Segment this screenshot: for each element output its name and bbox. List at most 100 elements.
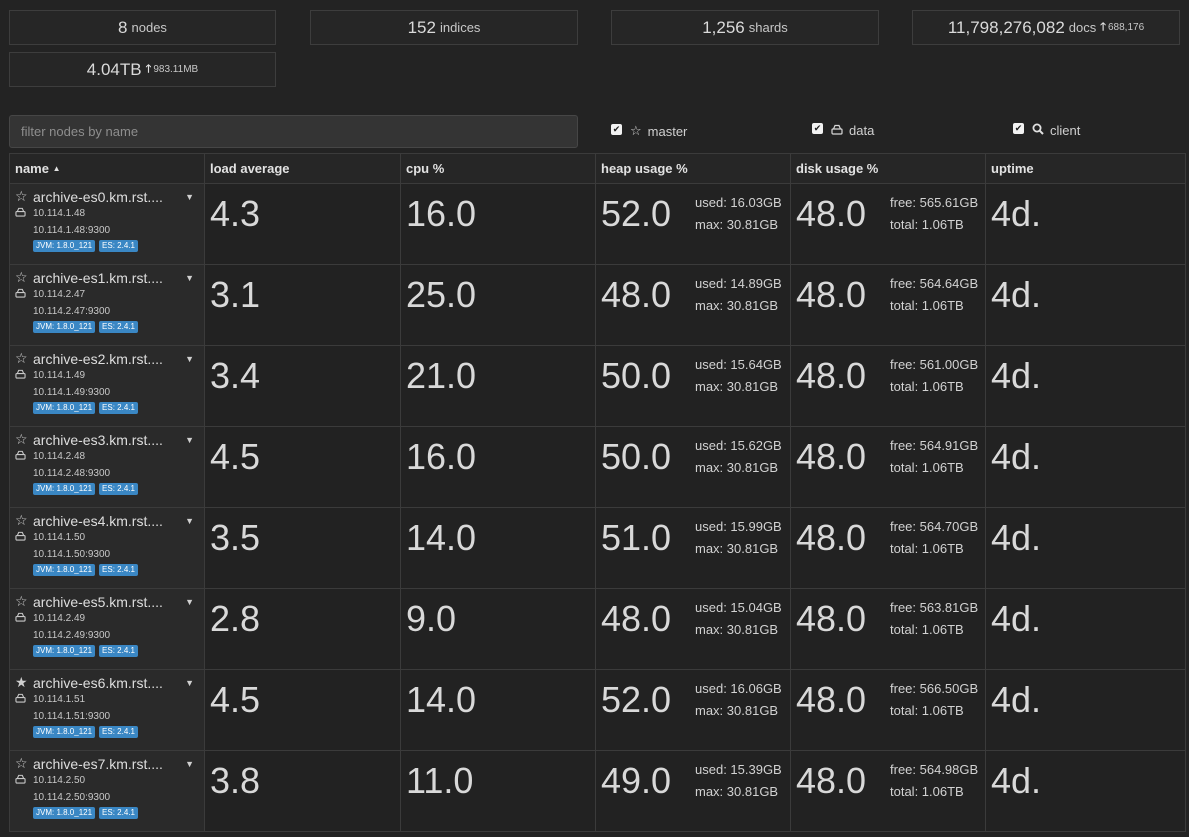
node-name[interactable]: archive-es7.km.rst.... [33,756,171,772]
uptime-value: 4d. [991,760,1042,801]
table-row: ☆ archive-es4.km.rst.... ▼ 10.114.1.50 10.11… [9,507,1186,589]
load-average-value: 4.5 [210,679,261,720]
caret-down-icon[interactable]: ▼ [185,354,194,364]
table-row: ☆ archive-es5.km.rst.... ▼ 10.114.2.49 10.11… [9,588,1186,670]
star-icon: ☆ [15,350,28,366]
data-checkbox[interactable]: ✔ [812,123,823,134]
heap-max: max: 30.81GB [695,217,779,232]
disk-free: free: 564.64GB [890,276,979,291]
heap-percent-value: 51.0 [601,517,672,558]
uptime-cell: 4d. [985,264,1186,346]
disk-total: total: 1.06TB [890,541,964,556]
star-icon: ☆ [15,512,28,528]
column-heap-label: heap usage % [601,161,688,176]
heap-used: used: 15.39GB [695,762,782,777]
cpu-cell: 14.0 [400,507,596,589]
node-name[interactable]: archive-es0.km.rst.... [33,189,171,205]
heap-percent-value: 50.0 [601,436,672,477]
node-name[interactable]: archive-es6.km.rst.... [33,675,171,691]
column-header-name[interactable]: name ▲ [9,153,205,184]
column-uptime-label: uptime [991,161,1034,176]
jvm-badge: JVM: 1.8.0_121 [33,807,96,819]
client-checkbox[interactable]: ✔ [1013,123,1024,134]
disk-percent-value: 48.0 [796,355,867,396]
column-header-uptime[interactable]: uptime [985,153,1186,184]
caret-down-icon[interactable]: ▼ [185,516,194,526]
node-address: 10.114.2.49:9300 [33,630,111,641]
node-name[interactable]: archive-es1.km.rst.... [33,270,171,286]
jvm-badge: JVM: 1.8.0_121 [33,402,96,414]
disk-free: free: 566.50GB [890,681,979,696]
disk-cell: 48.0 free: 564.98GB total: 1.06TB [790,750,986,832]
master-filter-option[interactable]: ✔ ☆ master [611,123,687,139]
disk-free: free: 564.91GB [890,438,979,453]
node-ip: 10.114.1.51 [33,693,86,705]
column-header-disk[interactable]: disk usage % [790,153,986,184]
column-header-load[interactable]: load average [204,153,401,184]
star-icon: ☆ [15,269,28,285]
column-header-cpu[interactable]: cpu % [400,153,596,184]
hdd-icon [15,288,33,301]
caret-down-icon[interactable]: ▼ [185,273,194,283]
column-header-heap[interactable]: heap usage % [595,153,791,184]
node-name[interactable]: archive-es3.km.rst.... [33,432,171,448]
es-version-badge: ES: 2.4.1 [99,483,138,495]
cpu-value: 25.0 [406,274,477,315]
heap-max: max: 30.81GB [695,622,779,637]
filter-nodes-input[interactable] [9,115,578,148]
nodes-table: name ▲ load average cpu % heap usage % d… [9,153,1186,832]
jvm-badge: JVM: 1.8.0_121 [33,321,96,333]
disk-free: free: 564.70GB [890,519,979,534]
jvm-badge: JVM: 1.8.0_121 [33,240,96,252]
load-average-value: 3.8 [210,760,261,801]
caret-down-icon[interactable]: ▼ [185,435,194,445]
disk-percent-value: 48.0 [796,436,867,477]
uptime-cell: 4d. [985,183,1186,265]
star-icon: ☆ [630,123,642,138]
caret-down-icon[interactable]: ▼ [185,597,194,607]
es-version-badge: ES: 2.4.1 [99,240,138,252]
cpu-cell: 16.0 [400,426,596,508]
caret-down-icon[interactable]: ▼ [185,192,194,202]
load-cell: 3.4 [204,345,401,427]
disk-cell: 48.0 free: 564.70GB total: 1.06TB [790,507,986,589]
heap-cell: 52.0 used: 16.06GB max: 30.81GB [595,669,791,751]
caret-down-icon[interactable]: ▼ [185,759,194,769]
es-version-badge: ES: 2.4.1 [99,321,138,333]
jvm-badge: JVM: 1.8.0_121 [33,564,96,576]
node-name[interactable]: archive-es5.km.rst.... [33,594,171,610]
load-average-value: 3.1 [210,274,261,315]
hdd-icon [831,123,843,138]
node-ip: 10.114.2.50 [33,774,86,786]
disk-cell: 48.0 free: 563.81GB total: 1.06TB [790,588,986,670]
heap-cell: 50.0 used: 15.64GB max: 30.81GB [595,345,791,427]
node-name-cell: ☆ archive-es0.km.rst.... ▼ 10.114.1.48 10.11… [9,183,205,265]
client-filter-option[interactable]: ✔ client [1013,123,1080,138]
star-icon: ☆ [15,188,28,204]
data-filter-option[interactable]: ✔ data [812,123,874,138]
cpu-value: 14.0 [406,517,477,558]
caret-down-icon[interactable]: ▼ [185,678,194,688]
data-label: data [849,123,875,138]
cpu-cell: 16.0 [400,183,596,265]
heap-max: max: 30.81GB [695,703,779,718]
node-name-cell: ☆ archive-es7.km.rst.... ▼ 10.114.2.50 10.11… [9,750,205,832]
heap-percent-value: 52.0 [601,193,672,234]
master-checkbox[interactable]: ✔ [611,123,622,135]
load-cell: 3.1 [204,264,401,346]
heap-max: max: 30.81GB [695,379,779,394]
node-address: 10.114.2.47:9300 [33,306,111,317]
cpu-value: 9.0 [406,598,457,639]
indices-stat: 152 indices [310,10,578,45]
heap-used: used: 15.62GB [695,438,782,453]
hdd-icon [15,207,33,220]
node-name[interactable]: archive-es4.km.rst.... [33,513,171,529]
heap-used: used: 15.04GB [695,600,782,615]
node-address: 10.114.1.50:9300 [33,549,111,560]
node-ip: 10.114.1.50 [33,531,86,543]
disk-percent-value: 48.0 [796,760,867,801]
node-name[interactable]: archive-es2.km.rst.... [33,351,171,367]
docs-stat: 11,798,276,082 docs 🡑 688,176 [912,10,1180,45]
load-average-value: 3.4 [210,355,261,396]
disk-free: free: 561.00GB [890,357,979,372]
